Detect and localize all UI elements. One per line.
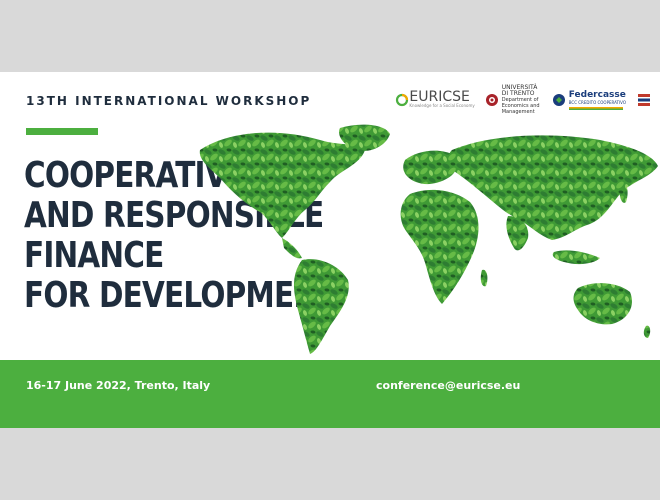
- euricse-ring-icon: [396, 93, 409, 107]
- university-seal-icon: [485, 94, 498, 106]
- continent-australia: [573, 283, 632, 325]
- contact-email: conference@euricse.eu: [376, 379, 521, 392]
- federcasse-underline-icon: [568, 106, 623, 110]
- continent-new-zealand: [643, 325, 651, 338]
- continent-africa: [400, 189, 479, 304]
- footer-bar: 16-17 June 2022, Trento, Italy conferenc…: [0, 360, 660, 428]
- workshop-label: 13TH INTERNATIONAL WORKSHOP: [26, 94, 312, 108]
- event-date-location: 16-17 June 2022, Trento, Italy: [26, 379, 211, 392]
- partner-logos: EURICSE Knowledge for a Social Economy U…: [395, 84, 652, 116]
- continent-madagascar: [480, 269, 488, 287]
- continent-north-america: [199, 132, 365, 238]
- unitn-logo: UNIVERSITÀ DI TRENTO Department of Econo…: [485, 85, 542, 115]
- unitn-name: UNIVERSITÀ DI TRENTO: [501, 84, 538, 97]
- euricse-name: EURICSE: [409, 89, 470, 105]
- federcasse-logo: Federcasse BCC CREDITO COOPERATIVO: [552, 89, 626, 110]
- event-banner: 13TH INTERNATIONAL WORKSHOP COOPERATIVE …: [0, 72, 660, 428]
- institute-mark-icon: [638, 94, 650, 106]
- euricse-logo: EURICSE Knowledge for a Social Economy: [395, 89, 475, 109]
- accent-bar: [26, 128, 98, 135]
- continent-indonesia: [552, 250, 600, 265]
- federcasse-mark-icon: [552, 94, 565, 106]
- unitn-department: Department of Economics and Management: [501, 97, 540, 115]
- leafy-world-map-image: [199, 124, 658, 354]
- institute-logo: [636, 92, 652, 108]
- continent-south-america: [294, 259, 349, 354]
- federcasse-sub: BCC CREDITO COOPERATIVO: [568, 99, 626, 105]
- federcasse-name: Federcasse: [568, 89, 626, 100]
- euricse-tagline: Knowledge for a Social Economy: [409, 103, 475, 108]
- continent-central-america: [282, 238, 302, 259]
